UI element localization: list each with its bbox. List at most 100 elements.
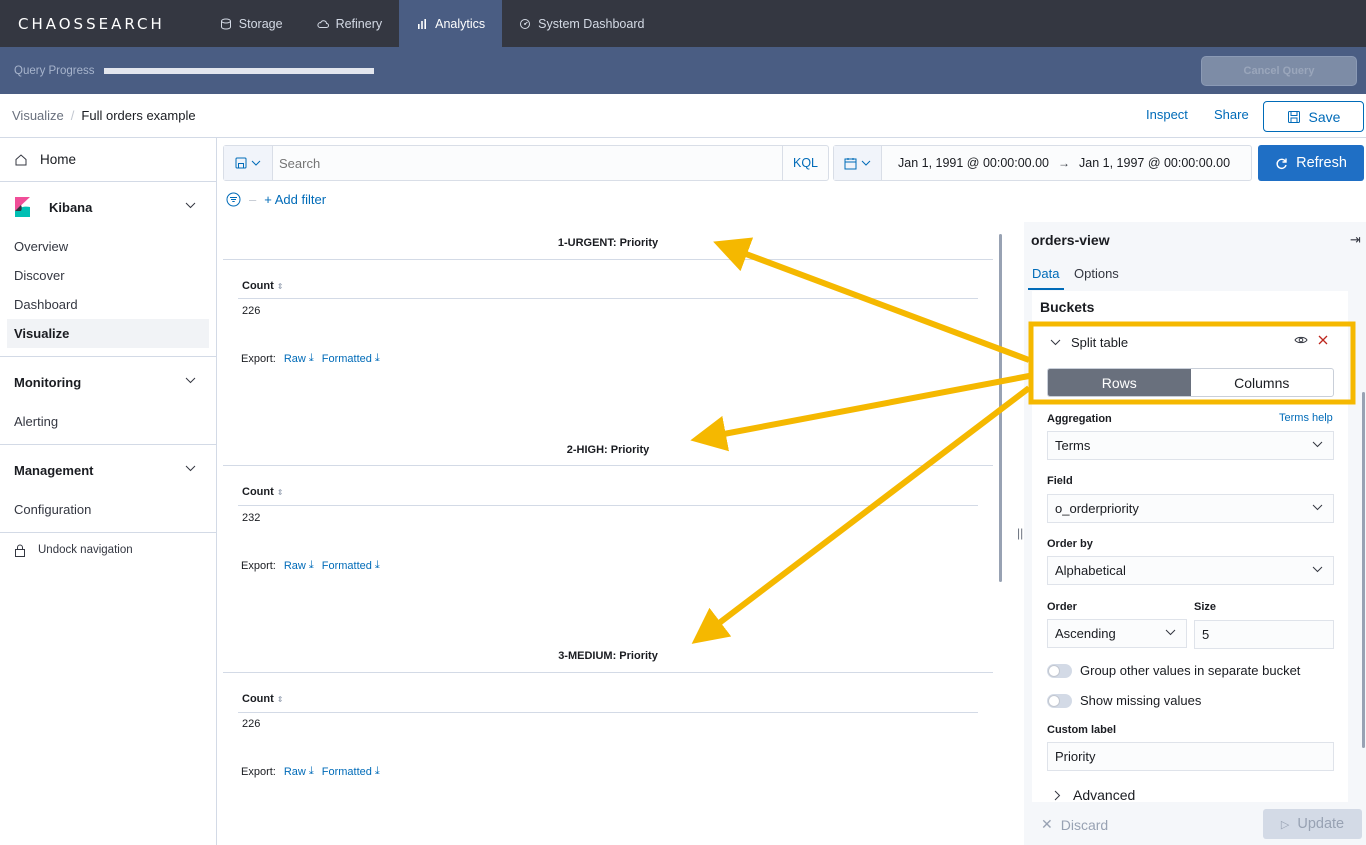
home-icon bbox=[15, 153, 27, 165]
sidebar-home-label: Home bbox=[40, 152, 77, 167]
add-filter-button[interactable]: + Add filter bbox=[264, 192, 326, 207]
custom-label-value: Priority bbox=[1055, 749, 1096, 764]
viz-scrollbar[interactable] bbox=[999, 234, 1002, 582]
chevron-down-icon bbox=[1312, 566, 1323, 573]
table-title: 3-MEDIUM: Priority bbox=[558, 650, 658, 662]
rows-button[interactable]: Rows bbox=[1048, 369, 1191, 396]
order-by-select[interactable]: Alphabetical bbox=[1047, 556, 1334, 585]
terms-help-link[interactable]: Terms help bbox=[1279, 412, 1333, 424]
size-input[interactable]: 5 bbox=[1194, 620, 1334, 649]
column-header-label: Count bbox=[242, 486, 274, 498]
chevron-down-icon bbox=[1165, 629, 1176, 636]
export-raw-link[interactable]: Raw ⤓ bbox=[284, 352, 314, 365]
filter-icon[interactable] bbox=[226, 192, 241, 207]
sidebar-item-dashboard[interactable]: Dashboard bbox=[7, 290, 209, 319]
field-select[interactable]: o_orderpriority bbox=[1047, 494, 1334, 523]
divider bbox=[238, 712, 978, 713]
top-nav: CHAOSSEARCH Storage Refinery Analytics S… bbox=[0, 0, 1366, 47]
nav-tab-refinery[interactable]: Refinery bbox=[300, 0, 400, 47]
save-icon bbox=[235, 157, 247, 169]
collapse-panel-icon[interactable]: ⇥ bbox=[1350, 232, 1361, 248]
export-formatted-link[interactable]: Formatted ⤓ bbox=[322, 765, 380, 778]
panel-scrollbar[interactable] bbox=[1362, 392, 1365, 748]
update-button[interactable]: ▷ Update bbox=[1263, 809, 1362, 839]
kql-toggle[interactable]: KQL bbox=[782, 146, 828, 180]
aggregation-label: Aggregation bbox=[1047, 413, 1112, 425]
cancel-query-button[interactable]: Cancel Query bbox=[1201, 56, 1357, 86]
eye-icon[interactable] bbox=[1294, 335, 1308, 345]
aggregation-select[interactable]: Terms bbox=[1047, 431, 1334, 460]
chevron-down-icon bbox=[251, 160, 261, 166]
sort-icon: ⇕ bbox=[276, 282, 284, 291]
chevron-down-icon[interactable] bbox=[185, 202, 196, 209]
export-row: Export: Raw ⤓ Formatted ⤓ bbox=[241, 765, 380, 778]
date-start[interactable]: Jan 1, 1991 @ 00:00:00.00 bbox=[898, 156, 1049, 170]
custom-label-input[interactable]: Priority bbox=[1047, 742, 1334, 771]
sidebar-item-home[interactable]: Home bbox=[0, 138, 216, 182]
columns-button[interactable]: Columns bbox=[1191, 369, 1334, 396]
sidebar-item-overview[interactable]: Overview bbox=[7, 232, 209, 261]
date-end[interactable]: Jan 1, 1997 @ 00:00:00.00 bbox=[1079, 156, 1230, 170]
brand-logo[interactable]: CHAOSSEARCH bbox=[18, 15, 165, 33]
sidebar-section-management: Management Configuration bbox=[0, 445, 216, 533]
sidebar-section-title-kibana[interactable]: Kibana bbox=[0, 182, 216, 232]
date-range-picker: Jan 1, 1991 @ 00:00:00.00 → Jan 1, 1997 … bbox=[833, 145, 1252, 181]
column-header-count[interactable]: Count ⇕ bbox=[242, 693, 284, 705]
export-raw-link[interactable]: Raw ⤓ bbox=[284, 559, 314, 572]
search-input[interactable] bbox=[273, 146, 782, 180]
divider bbox=[238, 505, 978, 506]
undock-navigation-button[interactable]: Undock navigation bbox=[0, 533, 216, 567]
quick-date-menu-button[interactable] bbox=[834, 146, 882, 180]
advanced-toggle[interactable]: Advanced bbox=[1054, 787, 1135, 802]
tab-options[interactable]: Options bbox=[1074, 266, 1119, 281]
export-raw-label: Raw bbox=[283, 352, 306, 365]
group-other-toggle-row: Group other values in separate bucket bbox=[1047, 663, 1300, 678]
table-cell: 226 bbox=[242, 718, 261, 730]
column-header-count[interactable]: Count ⇕ bbox=[242, 486, 284, 498]
sidebar-item-discover[interactable]: Discover bbox=[7, 261, 209, 290]
export-raw-link[interactable]: Raw ⤓ bbox=[284, 765, 314, 778]
tab-underline bbox=[1028, 288, 1064, 290]
saved-query-button[interactable] bbox=[224, 146, 273, 180]
sidebar-item-configuration[interactable]: Configuration bbox=[7, 495, 209, 524]
breadcrumb-separator: / bbox=[70, 108, 75, 123]
split-table-actions bbox=[1294, 335, 1328, 345]
group-other-switch[interactable] bbox=[1047, 663, 1072, 678]
discard-button[interactable]: ✕ Discard bbox=[1041, 816, 1108, 833]
breadcrumb-visualize[interactable]: Visualize bbox=[12, 108, 64, 123]
export-label: Export: bbox=[241, 765, 276, 778]
save-button[interactable]: Save bbox=[1263, 101, 1364, 132]
split-table-toggle[interactable]: Split table bbox=[1050, 335, 1128, 350]
show-missing-toggle-row: Show missing values bbox=[1047, 693, 1201, 708]
play-icon: ▷ bbox=[1280, 818, 1290, 831]
index-pattern-title: orders-view bbox=[1031, 232, 1110, 248]
nav-tab-label: System Dashboard bbox=[538, 16, 645, 31]
sidebar-item-visualize[interactable]: Visualize bbox=[7, 319, 209, 348]
order-select[interactable]: Ascending bbox=[1047, 619, 1187, 648]
order-label: Order bbox=[1047, 601, 1077, 613]
share-link[interactable]: Share bbox=[1214, 107, 1249, 122]
nav-tab-system-dashboard[interactable]: System Dashboard bbox=[502, 0, 661, 47]
sidebar-section-title-monitoring[interactable]: Monitoring bbox=[0, 357, 216, 407]
page-header: Visualize / Full orders example Inspect … bbox=[0, 94, 1366, 138]
nav-tab-storage[interactable]: Storage bbox=[203, 0, 300, 47]
sort-icon: ⇕ bbox=[276, 695, 284, 704]
tab-data[interactable]: Data bbox=[1032, 266, 1059, 281]
inspect-link[interactable]: Inspect bbox=[1146, 107, 1188, 122]
chevron-down-icon[interactable] bbox=[185, 377, 196, 384]
show-missing-switch[interactable] bbox=[1047, 693, 1072, 708]
column-header-count[interactable]: Count ⇕ bbox=[242, 280, 284, 292]
export-formatted-label: Formatted bbox=[321, 352, 372, 365]
sidebar-item-alerting[interactable]: Alerting bbox=[7, 407, 209, 436]
sidebar: Home Kibana Overview Discover Dashboard … bbox=[0, 138, 217, 845]
refresh-button[interactable]: Refresh bbox=[1258, 145, 1364, 181]
nav-tab-analytics[interactable]: Analytics bbox=[399, 0, 503, 47]
download-icon: ⤓ bbox=[374, 765, 380, 777]
close-icon[interactable] bbox=[1318, 335, 1328, 345]
sidebar-section-title-management[interactable]: Management bbox=[0, 445, 216, 495]
export-formatted-link[interactable]: Formatted ⤓ bbox=[322, 559, 380, 572]
chevron-down-icon[interactable] bbox=[185, 465, 196, 472]
query-progress-label: Query Progress bbox=[14, 64, 95, 77]
resize-handle[interactable]: || bbox=[1017, 526, 1023, 540]
export-formatted-link[interactable]: Formatted ⤓ bbox=[322, 352, 380, 365]
